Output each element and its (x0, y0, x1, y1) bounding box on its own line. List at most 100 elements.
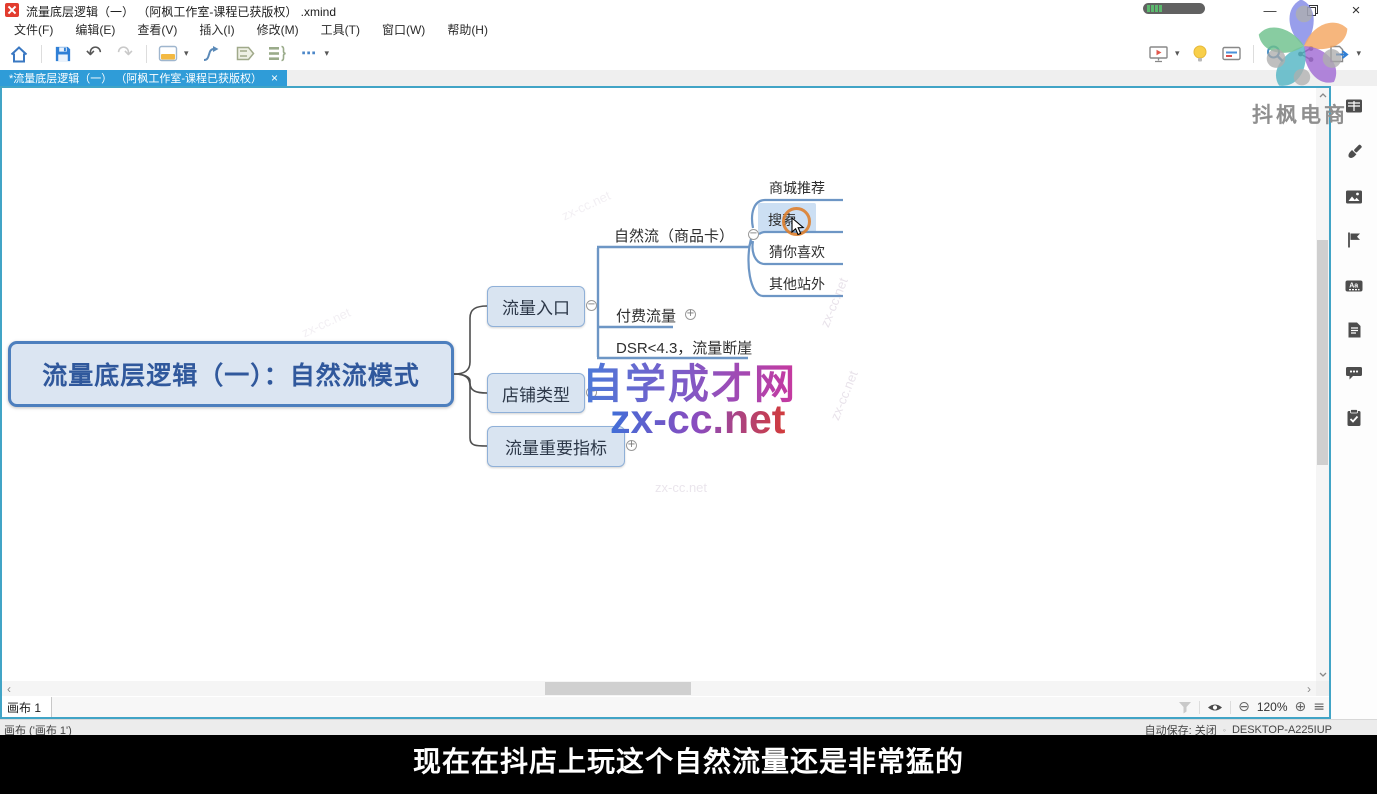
subtitle-bar: 现在在抖店上玩这个自然流量还是非常猛的 (0, 735, 1377, 794)
share-button[interactable] (1296, 42, 1316, 66)
style-icon (158, 45, 178, 62)
chevron-down-icon[interactable]: ▾ (184, 49, 189, 59)
task-icon[interactable] (1344, 408, 1364, 428)
home-button[interactable] (8, 42, 30, 66)
menu-item-window[interactable]: 窗口(W) (376, 20, 431, 39)
toolbar-separator (1253, 45, 1254, 63)
scrollbar-corner (1316, 681, 1329, 696)
leaf-search[interactable]: 搜索 (768, 210, 796, 230)
leaf-guess-you-like[interactable]: 猜你喜欢 (769, 242, 825, 262)
relationship-button[interactable] (200, 42, 222, 66)
note-card-icon (1221, 45, 1242, 62)
topic-traffic-entrance[interactable]: 流量入口 (487, 286, 585, 327)
filter-icon[interactable] (1178, 701, 1192, 714)
save-icon (53, 44, 73, 64)
comment-icon[interactable] (1344, 363, 1364, 383)
visibility-eye-icon[interactable] (1207, 701, 1223, 714)
topic-traffic-metrics[interactable]: 流量重要指标 (487, 426, 625, 467)
undo-icon: ↶ (86, 44, 102, 63)
restore-button[interactable] (1296, 0, 1328, 20)
menu-item-tools[interactable]: 工具(T) (315, 20, 366, 39)
horizontal-scrollbar-thumb[interactable] (545, 682, 691, 695)
leaf-mall-recommend[interactable]: 商城推荐 (769, 178, 825, 198)
window-titlebar: 流量底层逻辑（一） （阿枫工作室-课程已获版权） .xmind — × (0, 0, 1377, 20)
export-button[interactable] (1327, 42, 1350, 66)
expand-toggle-natural-flow[interactable]: − (748, 229, 759, 240)
summary-button[interactable] (267, 42, 288, 66)
scroll-up-arrow[interactable] (1316, 89, 1329, 101)
scroll-left-arrow[interactable]: ‹ (2, 681, 16, 696)
lightbulb-button[interactable] (1190, 42, 1210, 66)
marker-flag-icon[interactable] (1344, 230, 1364, 250)
menu-item-insert[interactable]: 插入(I) (193, 20, 240, 39)
vertical-scrollbar-thumb[interactable] (1317, 240, 1328, 465)
xmind-window: 流量底层逻辑（一） （阿枫工作室-课程已获版权） .xmind — × 文件(F… (0, 0, 1377, 794)
relationship-icon (200, 44, 222, 64)
document-tabbar: *流量底层逻辑（一） （阿枫工作室-课程已获版权） × (0, 70, 1377, 86)
format-panel-icon[interactable] (1344, 96, 1364, 116)
expand-toggle-paid-traffic[interactable]: + (685, 309, 696, 320)
home-icon (8, 44, 30, 64)
chevron-down-icon[interactable]: ▾ (1356, 49, 1361, 59)
zoom-level: 120% (1257, 700, 1288, 714)
expand-toggle-traffic-entrance[interactable]: − (586, 300, 597, 311)
undo-button[interactable]: ↶ (84, 42, 104, 66)
status-bar: 画布 ('画布 1') 自动保存: 关闭 ◦ DESKTOP-A225IUP (0, 719, 1377, 735)
document-tab-label: *流量底层逻辑（一） （阿枫工作室-课程已获版权） (9, 70, 262, 86)
subtitle-text: 现在在抖店上玩这个自然流量还是非常猛的 (413, 740, 964, 794)
close-button[interactable]: × (1340, 0, 1372, 20)
window-title: 流量底层逻辑（一） （阿枫工作室-课程已获版权） .xmind (26, 3, 336, 20)
chevron-down-icon[interactable]: ▾ (1175, 49, 1180, 59)
status-dot: ◦ (1223, 725, 1226, 735)
format-painter-icon[interactable] (1344, 142, 1364, 162)
search-button[interactable] (1265, 42, 1285, 66)
menu-item-view[interactable]: 查看(V) (131, 20, 183, 39)
scroll-down-arrow[interactable] (1316, 668, 1329, 680)
expand-toggle-shop-type[interactable]: + (586, 387, 597, 398)
scroll-right-arrow[interactable]: › (1302, 681, 1316, 696)
presentation-button[interactable] (1148, 42, 1169, 66)
svg-text:Aa: Aa (1349, 283, 1358, 290)
note-card-button[interactable] (1221, 42, 1242, 66)
document-tab[interactable]: *流量底层逻辑（一） （阿枫工作室-课程已获版权） × (0, 70, 287, 86)
menubar: 文件(F) 编辑(E) 查看(V) 插入(I) 修改(M) 工具(T) 窗口(W… (0, 20, 1377, 38)
subtopic-natural-flow[interactable]: 自然流（商品卡） (614, 225, 734, 246)
zoom-out-button[interactable]: ⊖ (1238, 700, 1250, 714)
search-icon (1265, 44, 1285, 64)
expand-toggle-traffic-metrics[interactable]: + (626, 440, 637, 451)
right-sidebar: Aa (1331, 86, 1377, 719)
share-icon (1296, 44, 1316, 64)
toolbar-separator (41, 45, 42, 63)
image-icon[interactable] (1344, 187, 1364, 207)
menu-item-file[interactable]: 文件(F) (8, 20, 59, 39)
canvas-sheet-bar: 画布 1 ⊖ 120% ⊕ ≡ (2, 697, 1329, 717)
menu-item-help[interactable]: 帮助(H) (441, 20, 494, 39)
zoom-in-button[interactable]: ⊕ (1295, 700, 1307, 714)
more-button[interactable]: ⋯ (299, 42, 319, 66)
recorder-battery-indicator (1143, 3, 1205, 14)
topic-shop-type[interactable]: 店铺类型 (487, 373, 585, 413)
menu-item-modify[interactable]: 修改(M) (251, 20, 305, 39)
root-topic[interactable]: 流量底层逻辑（一）：自然流模式 (8, 341, 454, 407)
fit-options-button[interactable]: ≡ (1313, 700, 1325, 714)
subtopic-paid-traffic[interactable]: 付费流量 (616, 305, 676, 326)
subtopic-dsr-cliff[interactable]: DSR<4.3，流量断崖 (616, 337, 752, 358)
leaf-other-offsite[interactable]: 其他站外 (769, 274, 825, 294)
summary-icon (267, 44, 288, 63)
label-icon[interactable]: Aa (1344, 276, 1364, 296)
save-button[interactable] (53, 42, 73, 66)
export-icon (1327, 44, 1350, 64)
minimize-button[interactable]: — (1254, 0, 1286, 20)
separator (1199, 701, 1200, 714)
menu-item-edit[interactable]: 编辑(E) (69, 20, 121, 39)
redo-button[interactable]: ↷ (115, 42, 135, 66)
style-button[interactable] (158, 42, 178, 66)
tab-close-icon[interactable]: × (271, 71, 278, 85)
chevron-down-icon[interactable]: ▾ (325, 49, 330, 59)
canvas-tab[interactable]: 画布 1 (2, 697, 52, 717)
boundary-button[interactable] (233, 42, 256, 66)
xmind-logo-icon (5, 3, 19, 17)
redo-icon: ↷ (117, 44, 133, 63)
notes-icon[interactable] (1344, 320, 1364, 340)
toolbar-separator (146, 45, 147, 63)
